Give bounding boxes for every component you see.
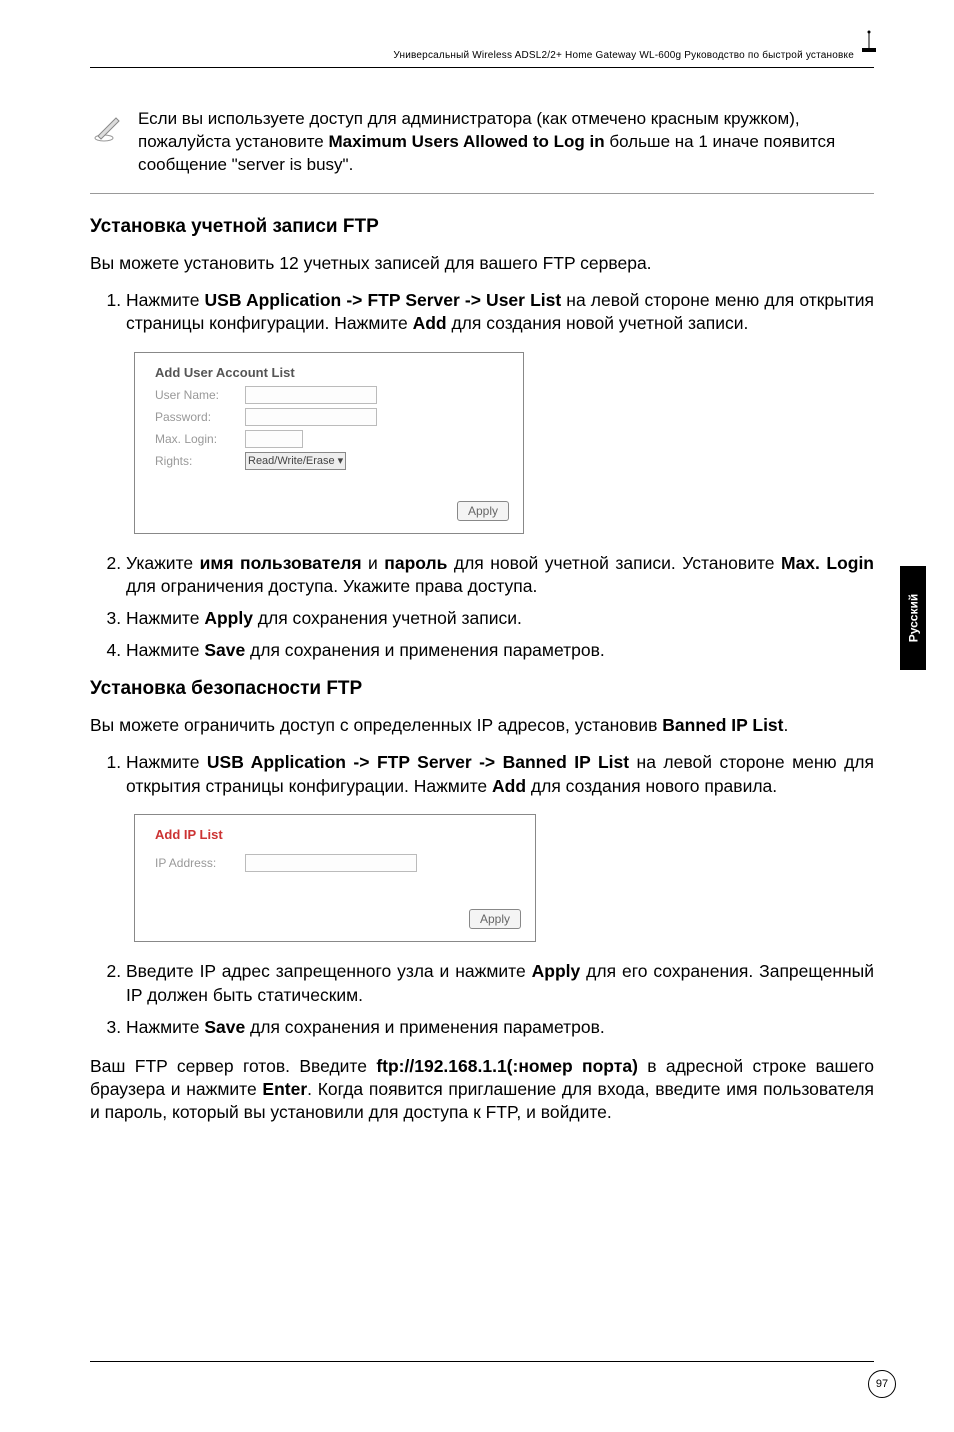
list-item: Нажмите USB Application -> FTP Server ->… <box>126 751 874 798</box>
note-text: Если вы используете доступ для администр… <box>138 108 874 177</box>
section2-steps-cont: Введите IP адрес запрещенного узла и наж… <box>90 960 874 1039</box>
list-item: Укажите имя пользователя и пароль для но… <box>126 552 874 599</box>
t: имя пользователя <box>200 553 362 573</box>
form-row: Max. Login: <box>135 428 523 450</box>
t: для сохранения и применения параметров. <box>245 640 605 660</box>
t: для создания новой учетной записи. <box>447 313 749 333</box>
input-username[interactable] <box>245 386 377 404</box>
section2-intro: Вы можете ограничить доступ с определенн… <box>90 714 874 737</box>
input-maxlogin[interactable] <box>245 430 303 448</box>
input-password[interactable] <box>245 408 377 426</box>
t: Нажмите <box>126 1017 204 1037</box>
screenshot-title: Add IP List <box>135 815 535 846</box>
header-title: Универсальный Wireless ADSL2/2+ Home Gat… <box>90 50 874 61</box>
t: Введите IP адрес запрещенного узла и наж… <box>126 961 532 981</box>
t: USB Application -> FTP Server -> Banned … <box>207 752 629 772</box>
add-user-account-screenshot: Add User Account List User Name: Passwor… <box>134 352 524 534</box>
form-row: User Name: <box>135 384 523 406</box>
t: ftp://192.168.1.1(:номер порта) <box>376 1056 638 1076</box>
t: Ваш FTP сервер готов. Введите <box>90 1056 376 1076</box>
label-password: Password: <box>155 410 245 424</box>
page-number: 97 <box>868 1370 896 1398</box>
list-item: Нажмите Apply для сохранения учетной зап… <box>126 607 874 631</box>
form-row: Rights: Read/Write/Erase ▾ <box>135 450 523 472</box>
input-ipaddress[interactable] <box>245 854 417 872</box>
footer-rule <box>90 1361 874 1362</box>
form-row: Password: <box>135 406 523 428</box>
t: Apply <box>204 608 253 628</box>
form-row: IP Address: <box>135 846 535 874</box>
t: Add <box>413 313 447 333</box>
t: Banned IP List <box>662 715 783 735</box>
list-item: Нажмите USB Application -> FTP Server ->… <box>126 289 874 336</box>
t: для новой учетной записи. Установите <box>447 553 781 573</box>
t: для ограничения доступа. Укажите права д… <box>126 576 537 596</box>
closing-paragraph: Ваш FTP сервер готов. Введите ftp://192.… <box>90 1055 874 1123</box>
t: и <box>362 553 385 573</box>
t: Save <box>204 640 245 660</box>
t: Укажите <box>126 553 200 573</box>
apply-button[interactable]: Apply <box>457 501 509 521</box>
t: для сохранения и применения параметров. <box>245 1017 605 1037</box>
page-header: Универсальный Wireless ADSL2/2+ Home Gat… <box>90 50 874 68</box>
select-rights[interactable]: Read/Write/Erase ▾ <box>245 452 346 470</box>
language-tab: Русский <box>900 566 926 670</box>
section1-intro: Вы можете установить 12 учетных записей … <box>90 252 874 275</box>
t: Add <box>492 776 526 796</box>
t: . <box>784 715 789 735</box>
section2-steps: Нажмите USB Application -> FTP Server ->… <box>90 751 874 798</box>
t: Apply <box>532 961 581 981</box>
list-item: Нажмите Save для сохранения и применения… <box>126 1016 874 1040</box>
list-item: Введите IP адрес запрещенного узла и наж… <box>126 960 874 1007</box>
apply-button[interactable]: Apply <box>469 909 521 929</box>
t: Enter <box>262 1079 307 1099</box>
section2-title: Установка безопасности FTP <box>90 678 874 700</box>
section1-title: Установка учетной записи FTP <box>90 216 874 238</box>
language-label: Русский <box>906 594 920 643</box>
add-ip-list-screenshot: Add IP List IP Address: Apply <box>134 814 536 942</box>
antenna-icon <box>862 30 876 52</box>
t: Save <box>204 1017 245 1037</box>
t: для сохранения учетной записи. <box>253 608 522 628</box>
label-username: User Name: <box>155 388 245 402</box>
label-maxlogin: Max. Login: <box>155 432 245 446</box>
label-rights: Rights: <box>155 454 245 468</box>
t: Нажмите <box>126 640 204 660</box>
t: Нажмите <box>126 290 205 310</box>
t: USB Application -> FTP Server -> User Li… <box>205 290 562 310</box>
list-item: Нажмите Save для сохранения и применения… <box>126 639 874 663</box>
note-block: Если вы используете доступ для администр… <box>90 108 874 177</box>
t: для создания нового правила. <box>526 776 777 796</box>
section1-steps: Нажмите USB Application -> FTP Server ->… <box>90 289 874 336</box>
t: Вы можете ограничить доступ с определенн… <box>90 715 662 735</box>
t: пароль <box>384 553 447 573</box>
t: Max. Login <box>781 553 874 573</box>
t: Нажмите <box>126 608 204 628</box>
section1-steps-cont: Укажите имя пользователя и пароль для но… <box>90 552 874 663</box>
note-bold: Maximum Users Allowed to Log in <box>329 132 605 151</box>
screenshot-title: Add User Account List <box>135 353 523 384</box>
t: Нажмите <box>126 752 207 772</box>
label-ipaddress: IP Address: <box>155 856 245 870</box>
pen-note-icon <box>90 108 138 151</box>
